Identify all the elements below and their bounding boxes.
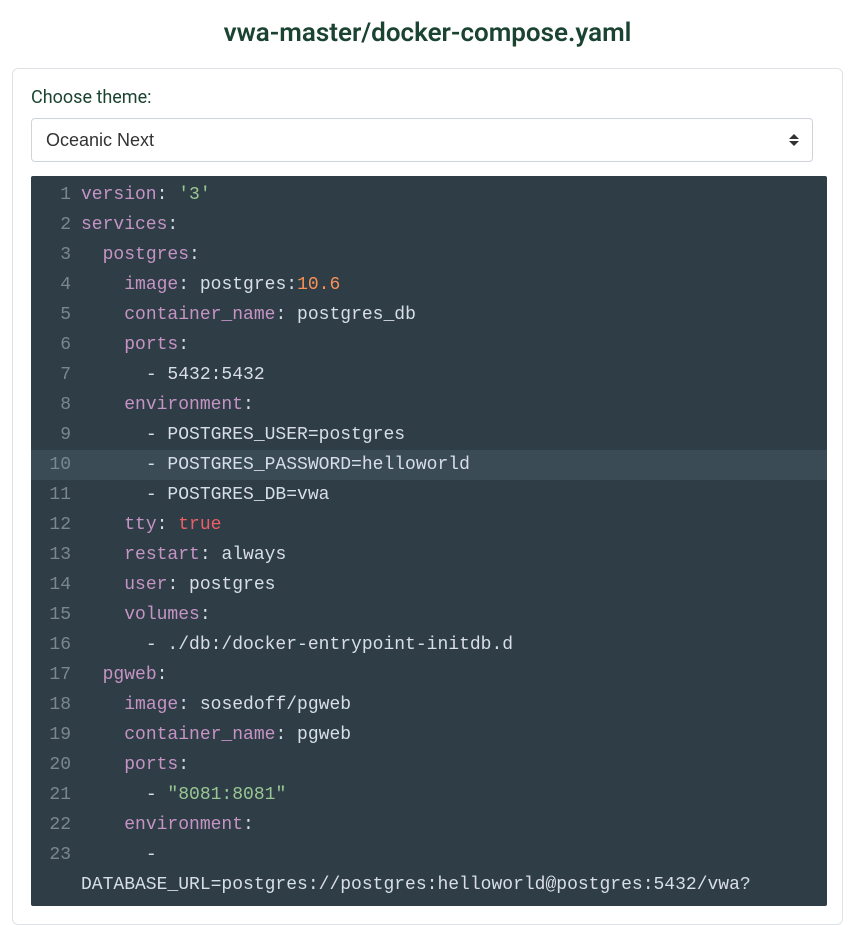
code-content[interactable]: environment: bbox=[81, 390, 827, 420]
viewer-card: Choose theme: Oceanic Next 1version: '3'… bbox=[12, 68, 843, 925]
code-line[interactable]: 22 environment: bbox=[31, 810, 827, 840]
code-content[interactable]: restart: always bbox=[81, 540, 827, 570]
code-line[interactable]: 23 - bbox=[31, 840, 827, 870]
code-line[interactable]: 16 - ./db:/docker-entrypoint-initdb.d bbox=[31, 630, 827, 660]
code-line[interactable]: 10 - POSTGRES_PASSWORD=helloworld bbox=[31, 450, 827, 480]
code-content[interactable]: - ./db:/docker-entrypoint-initdb.d bbox=[81, 630, 827, 660]
line-number: 12 bbox=[31, 510, 81, 540]
code-content[interactable]: DATABASE_URL=postgres://postgres:hellowo… bbox=[81, 870, 827, 900]
code-content[interactable]: - POSTGRES_USER=postgres bbox=[81, 420, 827, 450]
theme-select-wrap: Oceanic Next bbox=[31, 118, 813, 162]
code-line[interactable]: 4 image: postgres:10.6 bbox=[31, 270, 827, 300]
line-number: 17 bbox=[31, 660, 81, 690]
line-number: 22 bbox=[31, 810, 81, 840]
code-content[interactable]: ports: bbox=[81, 750, 827, 780]
page-title: vwa-master/docker-compose.yaml bbox=[0, 0, 855, 58]
line-number: 19 bbox=[31, 720, 81, 750]
code-content[interactable]: postgres: bbox=[81, 240, 827, 270]
theme-select[interactable]: Oceanic Next bbox=[31, 118, 813, 162]
code-content[interactable]: - POSTGRES_PASSWORD=helloworld bbox=[81, 450, 827, 480]
code-content[interactable]: - bbox=[81, 840, 827, 870]
code-line[interactable]: 1version: '3' bbox=[31, 180, 827, 210]
code-content[interactable]: environment: bbox=[81, 810, 827, 840]
code-content[interactable]: - "8081:8081" bbox=[81, 780, 827, 810]
code-content[interactable]: tty: true bbox=[81, 510, 827, 540]
code-content[interactable]: container_name: pgweb bbox=[81, 720, 827, 750]
code-content[interactable]: version: '3' bbox=[81, 180, 827, 210]
code-content[interactable]: image: postgres:10.6 bbox=[81, 270, 827, 300]
code-line[interactable]: 21 - "8081:8081" bbox=[31, 780, 827, 810]
code-line[interactable]: 14 user: postgres bbox=[31, 570, 827, 600]
code-line[interactable]: 6 ports: bbox=[31, 330, 827, 360]
line-number: 13 bbox=[31, 540, 81, 570]
code-line[interactable]: 20 ports: bbox=[31, 750, 827, 780]
code-line[interactable]: 18 image: sosedoff/pgweb bbox=[31, 690, 827, 720]
code-content[interactable]: - POSTGRES_DB=vwa bbox=[81, 480, 827, 510]
code-line[interactable]: 5 container_name: postgres_db bbox=[31, 300, 827, 330]
code-content[interactable]: image: sosedoff/pgweb bbox=[81, 690, 827, 720]
code-content[interactable]: ports: bbox=[81, 330, 827, 360]
line-number: 14 bbox=[31, 570, 81, 600]
code-line[interactable]: 17 pgweb: bbox=[31, 660, 827, 690]
code-line[interactable]: 12 tty: true bbox=[31, 510, 827, 540]
line-number: 23 bbox=[31, 840, 81, 870]
line-number: 6 bbox=[31, 330, 81, 360]
line-number: 9 bbox=[31, 420, 81, 450]
choose-theme-label: Choose theme: bbox=[31, 87, 824, 108]
code-content[interactable]: volumes: bbox=[81, 600, 827, 630]
line-number: 2 bbox=[31, 210, 81, 240]
line-number: 11 bbox=[31, 480, 81, 510]
code-line[interactable]: 3 postgres: bbox=[31, 240, 827, 270]
code-line[interactable]: 2services: bbox=[31, 210, 827, 240]
code-line[interactable]: 9 - POSTGRES_USER=postgres bbox=[31, 420, 827, 450]
code-line[interactable]: DATABASE_URL=postgres://postgres:hellowo… bbox=[31, 870, 827, 900]
line-number: 1 bbox=[31, 180, 81, 210]
code-line[interactable]: 11 - POSTGRES_DB=vwa bbox=[31, 480, 827, 510]
code-line[interactable]: 7 - 5432:5432 bbox=[31, 360, 827, 390]
code-content[interactable]: container_name: postgres_db bbox=[81, 300, 827, 330]
code-line[interactable]: 13 restart: always bbox=[31, 540, 827, 570]
code-content[interactable]: user: postgres bbox=[81, 570, 827, 600]
code-content[interactable]: - 5432:5432 bbox=[81, 360, 827, 390]
line-number: 7 bbox=[31, 360, 81, 390]
code-line[interactable]: 8 environment: bbox=[31, 390, 827, 420]
line-number: 15 bbox=[31, 600, 81, 630]
line-number: 5 bbox=[31, 300, 81, 330]
code-editor[interactable]: 1version: '3'2services:3 postgres:4 imag… bbox=[31, 176, 827, 906]
line-number: 21 bbox=[31, 780, 81, 810]
line-number: 18 bbox=[31, 690, 81, 720]
line-number: 10 bbox=[31, 450, 81, 480]
code-line[interactable]: 15 volumes: bbox=[31, 600, 827, 630]
line-number: 20 bbox=[31, 750, 81, 780]
line-number: 16 bbox=[31, 630, 81, 660]
code-content[interactable]: services: bbox=[81, 210, 827, 240]
code-line[interactable]: 19 container_name: pgweb bbox=[31, 720, 827, 750]
line-number: 4 bbox=[31, 270, 81, 300]
code-content[interactable]: pgweb: bbox=[81, 660, 827, 690]
line-number: 8 bbox=[31, 390, 81, 420]
line-number: 3 bbox=[31, 240, 81, 270]
